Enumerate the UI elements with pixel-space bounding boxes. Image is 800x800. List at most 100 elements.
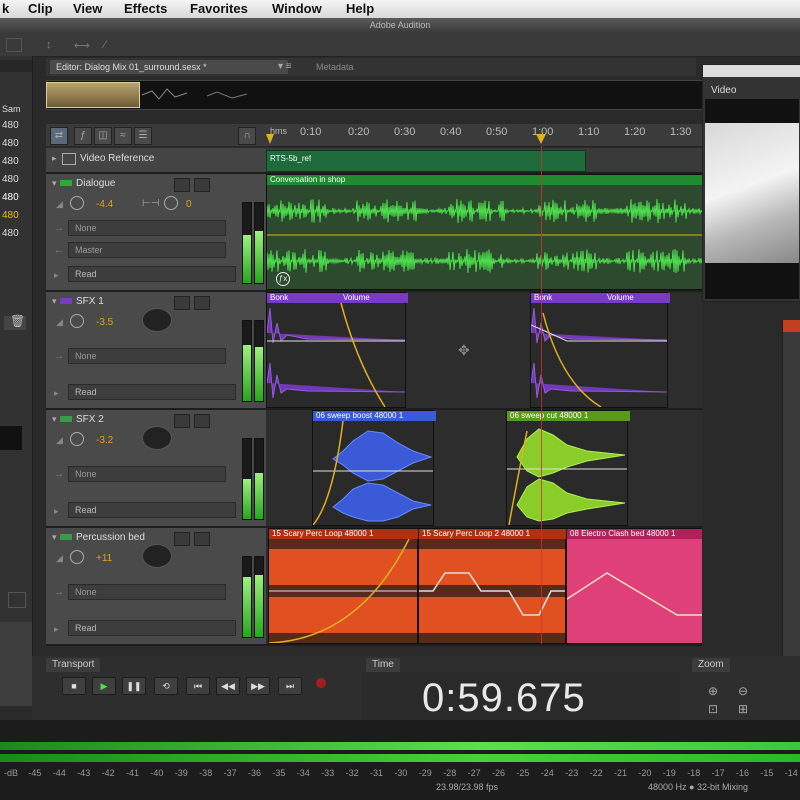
session-overview[interactable] [46, 80, 704, 110]
dropdown-icon[interactable] [8, 592, 26, 608]
arrow-icon[interactable]: ↕ [46, 39, 52, 51]
track-pan[interactable]: 0 [186, 199, 192, 210]
clip[interactable]: 06 sweep boost 48000 1 [312, 410, 436, 526]
list-icon[interactable]: ☰ [134, 127, 152, 145]
tab-time[interactable]: Time [366, 658, 400, 672]
automation-mode-dropdown[interactable]: Read [68, 620, 236, 636]
input-dropdown[interactable]: None [68, 584, 226, 600]
expand-icon[interactable]: ▸ [54, 270, 59, 281]
zoom-full-icon[interactable]: ⊞ [738, 702, 748, 716]
input-dropdown[interactable]: None [68, 348, 226, 364]
zoom-in-icon[interactable]: ⊕ [708, 684, 718, 698]
clip[interactable]: Conversation in shop [266, 174, 702, 290]
solo-button[interactable] [194, 178, 210, 192]
track-lane-dialogue[interactable]: Conversation in shop ƒx [266, 174, 702, 292]
playhead-handle[interactable] [536, 134, 546, 144]
pause-button[interactable]: ❚❚ [122, 677, 146, 695]
menu-help[interactable]: Help [346, 1, 374, 16]
tab-metadata[interactable]: Metadata [310, 60, 360, 74]
track-name[interactable]: SFX 1 [76, 296, 104, 307]
track-lane-sfx1[interactable]: Bonk Volume ✥ Bonk Volume [266, 292, 702, 410]
stop-button[interactable]: ■ [62, 677, 86, 695]
clip[interactable]: Bonk Volume [530, 292, 670, 408]
volume-knob[interactable] [70, 314, 84, 328]
input-dropdown[interactable]: None [68, 220, 226, 236]
clip[interactable]: Bonk Volume [266, 292, 408, 408]
go-to-end-button[interactable]: ⏭ [278, 677, 302, 695]
video-clip[interactable]: RTS-5b_ref [266, 150, 586, 172]
fx-icon[interactable]: ƒ [74, 127, 92, 145]
expand-icon[interactable]: ▸ [54, 506, 59, 517]
automation-mode-dropdown[interactable]: Read [68, 502, 236, 518]
razor-icon[interactable]: ⁄ [104, 39, 106, 51]
menu-window[interactable]: Window [272, 1, 322, 16]
tab-editor[interactable]: Editor: Dialog Mix 01_surround.sesx * [50, 60, 288, 74]
volume-knob[interactable] [70, 550, 84, 564]
expand-icon[interactable]: ▾ [52, 296, 57, 307]
overview-viewport[interactable] [46, 82, 140, 108]
surround-panner-icon[interactable] [142, 308, 172, 332]
clip[interactable]: 15 Scary Perc Loop 2 48000 1 [418, 528, 568, 644]
play-button[interactable]: ▶ [92, 677, 116, 695]
tab-zoom[interactable]: Zoom [692, 658, 730, 672]
menu-effects[interactable]: Effects [124, 1, 167, 16]
track-name[interactable]: Dialogue [76, 178, 115, 189]
mute-button[interactable] [174, 296, 190, 310]
tab-transport[interactable]: Transport [46, 658, 101, 672]
clip[interactable]: 08 Electro Clash bed 48000 1 [566, 528, 702, 644]
volume-knob[interactable] [70, 432, 84, 446]
track-volume[interactable]: -3.5 [96, 317, 113, 328]
track-lane-percussion[interactable]: 15 Scary Perc Loop 48000 1 15 Scary Perc… [266, 528, 702, 646]
menu-clip[interactable]: Clip [28, 1, 53, 16]
headphone-icon[interactable]: ∩ [238, 127, 256, 145]
eq-icon[interactable]: ≈ [114, 127, 132, 145]
track-lane-sfx2[interactable]: 06 sweep boost 48000 1 06 sweep cut 4800… [266, 410, 702, 528]
pan-knob[interactable] [164, 196, 178, 210]
track-volume[interactable]: +11 [96, 553, 112, 564]
automation-mode-dropdown[interactable]: Read [68, 384, 236, 400]
expand-icon[interactable]: ▾ [52, 178, 57, 189]
send-icon[interactable]: ◫ [94, 127, 112, 145]
rewind-button[interactable]: ◀◀ [216, 677, 240, 695]
solo-button[interactable] [194, 414, 210, 428]
loop-start-marker[interactable] [266, 134, 274, 144]
menu-partial[interactable]: k [2, 1, 9, 16]
zoom-selection-icon[interactable]: ⊡ [708, 702, 718, 716]
surround-panner-icon[interactable] [142, 426, 172, 450]
tool-icon[interactable] [6, 38, 22, 52]
automation-mode-dropdown[interactable]: Read [68, 266, 236, 282]
expand-icon[interactable]: ▸ [54, 624, 59, 635]
mute-button[interactable] [174, 414, 190, 428]
expand-icon[interactable]: ▾ [52, 414, 57, 425]
slip-icon[interactable]: ⟷ [74, 39, 90, 52]
expand-icon[interactable]: ▸ [54, 388, 59, 399]
go-to-start-button[interactable]: ⏮ [186, 677, 210, 695]
expand-icon[interactable]: ▾ [52, 532, 57, 543]
solo-button[interactable] [194, 532, 210, 546]
trash-icon[interactable]: 🗑 [10, 314, 25, 328]
playhead[interactable] [541, 146, 542, 644]
mute-button[interactable] [174, 178, 190, 192]
clip[interactable]: 06 sweep cut 48000 1 [506, 410, 630, 526]
record-button[interactable] [316, 678, 326, 688]
menu-view[interactable]: View [73, 1, 102, 16]
input-dropdown[interactable]: None [68, 466, 226, 482]
zoom-out-icon[interactable]: ⊖ [738, 684, 748, 698]
track-name[interactable]: Percussion bed [76, 532, 145, 543]
menu-favorites[interactable]: Favorites [190, 1, 248, 16]
tab-menu-icon[interactable]: ▾ ≡ [278, 61, 292, 72]
volume-knob[interactable] [70, 196, 84, 210]
track-name[interactable]: SFX 2 [76, 414, 104, 425]
track-volume[interactable]: -3.2 [96, 435, 113, 446]
fast-forward-button[interactable]: ▶▶ [246, 677, 270, 695]
surround-panner-icon[interactable] [142, 544, 172, 568]
expand-icon[interactable]: ▸ [52, 153, 57, 164]
timeline-ruler[interactable]: hms 0:10 0:20 0:30 0:40 0:50 1:00 1:10 1… [266, 124, 702, 147]
output-dropdown[interactable]: Master [68, 242, 226, 258]
solo-button[interactable] [194, 296, 210, 310]
swap-icon[interactable]: ⇄ [50, 127, 68, 145]
track-volume[interactable]: -4.4 [96, 199, 113, 210]
mute-button[interactable] [174, 532, 190, 546]
loop-button[interactable]: ⟲ [154, 677, 178, 695]
clip[interactable]: 15 Scary Perc Loop 48000 1 [268, 528, 420, 644]
